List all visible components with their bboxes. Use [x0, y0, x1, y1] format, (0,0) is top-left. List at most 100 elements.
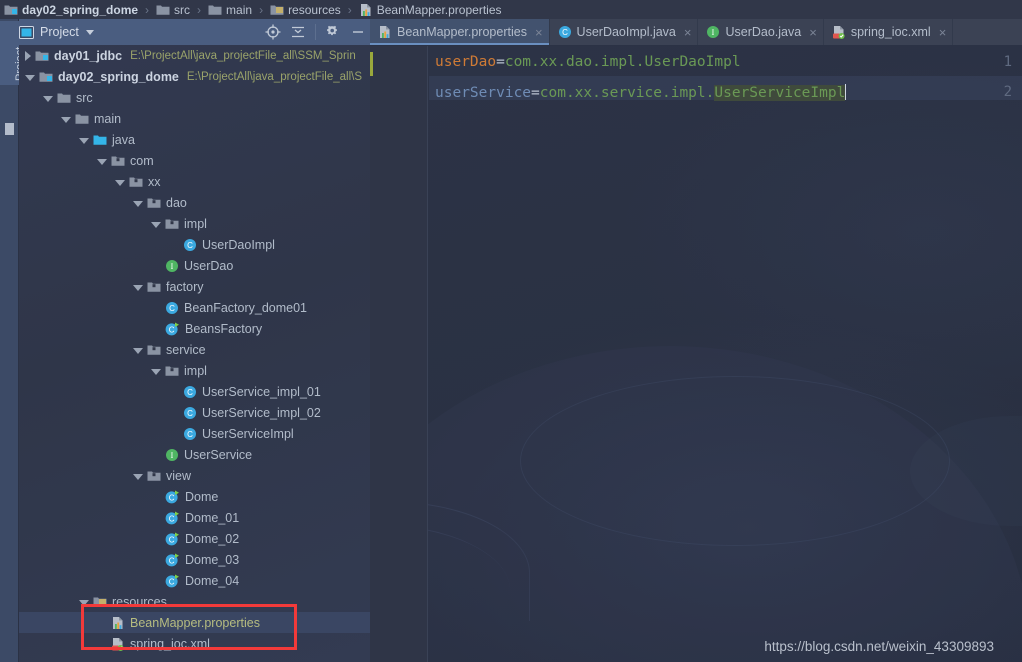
- tool-window-button-structure[interactable]: [5, 123, 14, 135]
- editor-tab-beanmapper-properties[interactable]: BeanMapper.properties ×: [370, 19, 550, 45]
- tree-node-view[interactable]: view: [19, 465, 370, 486]
- collapse-all-icon[interactable]: [290, 24, 306, 40]
- tree-node-dome[interactable]: C Dome: [19, 486, 370, 507]
- idea-window: day02_spring_dome › src › main › resources › Bea…: [0, 0, 1022, 662]
- package-icon: [147, 469, 161, 482]
- breadcrumb-item-src[interactable]: src: [156, 0, 190, 19]
- chevron-down-icon[interactable]: [61, 116, 71, 123]
- tree-node-dome-02[interactable]: C Dome_02: [19, 528, 370, 549]
- breadcrumb-item-beanmapper-properties[interactable]: BeanMapper.properties: [359, 0, 502, 19]
- chevron-down-icon[interactable]: [133, 347, 143, 354]
- chevron-down-icon[interactable]: [85, 29, 94, 35]
- tree-node-dome-01[interactable]: C Dome_01: [19, 507, 370, 528]
- close-icon[interactable]: ×: [939, 26, 947, 39]
- tree-node-beanfactory-dome01[interactable]: C BeanFactory_dome01: [19, 297, 370, 318]
- chevron-down-icon[interactable]: [115, 179, 125, 186]
- tree-node-resources[interactable]: resources: [19, 591, 370, 612]
- tree-node-userservice-impl-02[interactable]: C UserService_impl_02: [19, 402, 370, 423]
- chevron-down-icon[interactable]: [151, 221, 161, 228]
- code-line[interactable]: userService=com.xx.service.impl.UserServ…: [435, 84, 847, 101]
- class-icon: C: [183, 385, 197, 399]
- tree-node-day01-jdbc[interactable]: day01_jdbc E:\ProjectAll\java_projectFile…: [19, 45, 370, 66]
- code-line[interactable]: userDao=com.xx.dao.impl.UserDaoImpl: [435, 54, 741, 70]
- property-value-prefix: com.xx.service.impl.: [539, 85, 715, 101]
- tree-node-userdao[interactable]: I UserDao: [19, 255, 370, 276]
- breadcrumb-item-main[interactable]: main: [208, 0, 252, 19]
- tree-node-java[interactable]: java: [19, 129, 370, 150]
- breadcrumb-item-label: resources: [288, 2, 341, 17]
- tree-node-spring-ioc-xml[interactable]: spring_ioc.xml: [19, 633, 370, 654]
- tree-node-day02-spring-dome[interactable]: day02_spring_dome E:\ProjectAll\java_proj…: [19, 66, 370, 87]
- svg-text:I: I: [712, 28, 715, 37]
- editor-gutter[interactable]: [370, 46, 428, 662]
- code-editor[interactable]: 1 userDao=com.xx.dao.impl.UserDaoImpl 2 use…: [370, 46, 1022, 662]
- interface-icon: I: [706, 25, 720, 39]
- chevron-down-icon[interactable]: [79, 599, 89, 606]
- editor-area: BeanMapper.properties × C UserDaoImpl.java ×…: [370, 19, 1022, 662]
- chevron-down-icon[interactable]: [97, 158, 107, 165]
- tree-node-impl[interactable]: impl: [19, 213, 370, 234]
- editor-tab-userdaoimpl-java[interactable]: C UserDaoImpl.java ×: [550, 19, 699, 45]
- svg-text:C: C: [169, 535, 175, 544]
- tree-node-label: BeanMapper.properties: [130, 615, 260, 630]
- tree-node-impl[interactable]: impl: [19, 360, 370, 381]
- folder-icon: [156, 3, 170, 16]
- chevron-down-icon[interactable]: [133, 473, 143, 480]
- chevron-right-icon[interactable]: [25, 50, 31, 61]
- chevron-down-icon[interactable]: [25, 74, 35, 81]
- text-caret: [845, 84, 847, 100]
- interface-icon: I: [165, 448, 179, 462]
- tree-node-beanmapper-properties[interactable]: BeanMapper.properties: [19, 612, 370, 633]
- chevron-down-icon[interactable]: [79, 137, 89, 144]
- tree-node-label: day02_spring_dome: [58, 69, 179, 84]
- tool-window-button-project[interactable]: Project: [0, 21, 26, 85]
- breadcrumb-item-label: BeanMapper.properties: [376, 2, 502, 17]
- svg-text:C: C: [169, 493, 175, 502]
- settings-gear-icon[interactable]: [325, 24, 341, 40]
- tree-node-userdaoimpl[interactable]: C UserDaoImpl: [19, 234, 370, 255]
- svg-text:C: C: [169, 514, 175, 523]
- editor-tab-userdao-java[interactable]: I UserDao.java ×: [698, 19, 824, 45]
- tree-node-factory[interactable]: factory: [19, 276, 370, 297]
- project-tree[interactable]: day01_jdbc E:\ProjectAll\java_projectFile…: [19, 45, 370, 662]
- class-icon: C: [558, 25, 572, 39]
- minimize-icon[interactable]: [350, 24, 366, 40]
- chevron-down-icon[interactable]: [151, 368, 161, 375]
- runnable-class-icon: C: [165, 511, 180, 525]
- tree-node-com[interactable]: com: [19, 150, 370, 171]
- project-view-icon: [19, 25, 34, 39]
- editor-tab-spring-ioc-xml[interactable]: spring_ioc.xml ×: [824, 19, 954, 45]
- tree-node-label: day01_jdbc: [54, 48, 123, 63]
- tree-node-label: UserDaoImpl: [202, 237, 275, 252]
- close-icon[interactable]: ×: [684, 26, 692, 39]
- svg-text:C: C: [187, 430, 193, 439]
- package-icon: [111, 154, 125, 167]
- chevron-down-icon[interactable]: [133, 200, 143, 207]
- svg-text:C: C: [169, 577, 175, 586]
- tree-node-label: BeansFactory: [185, 321, 263, 336]
- property-operator: =: [496, 54, 505, 70]
- close-icon[interactable]: ×: [809, 26, 817, 39]
- tree-node-userserviceimpl[interactable]: C UserServiceImpl: [19, 423, 370, 444]
- tree-node-userservice[interactable]: I UserService: [19, 444, 370, 465]
- breadcrumb-separator: ›: [347, 2, 352, 17]
- tree-node-main[interactable]: main: [19, 108, 370, 129]
- breadcrumb-item-day02-spring-dome[interactable]: day02_spring_dome: [4, 0, 138, 19]
- breadcrumb-item-resources[interactable]: resources: [270, 0, 341, 19]
- tree-node-dao[interactable]: dao: [19, 192, 370, 213]
- watermark-text: https://blog.csdn.net/weixin_43309893: [764, 639, 994, 654]
- tree-node-userservice-impl-01[interactable]: C UserService_impl_01: [19, 381, 370, 402]
- wallpaper-shape: [520, 376, 950, 546]
- tree-node-service[interactable]: service: [19, 339, 370, 360]
- tree-node-src[interactable]: src: [19, 87, 370, 108]
- close-icon[interactable]: ×: [535, 26, 543, 39]
- tree-node-beansfactory[interactable]: C BeansFactory: [19, 318, 370, 339]
- tree-node-path: E:\ProjectAll\java_projectFile_all\SSM_S…: [130, 49, 356, 62]
- chevron-down-icon[interactable]: [133, 284, 143, 291]
- tree-node-dome-04[interactable]: C Dome_04: [19, 570, 370, 591]
- locate-icon[interactable]: [265, 24, 281, 40]
- tree-node-dome-03[interactable]: C Dome_03: [19, 549, 370, 570]
- chevron-down-icon[interactable]: [43, 95, 53, 102]
- package-icon: [147, 196, 161, 209]
- tree-node-xx[interactable]: xx: [19, 171, 370, 192]
